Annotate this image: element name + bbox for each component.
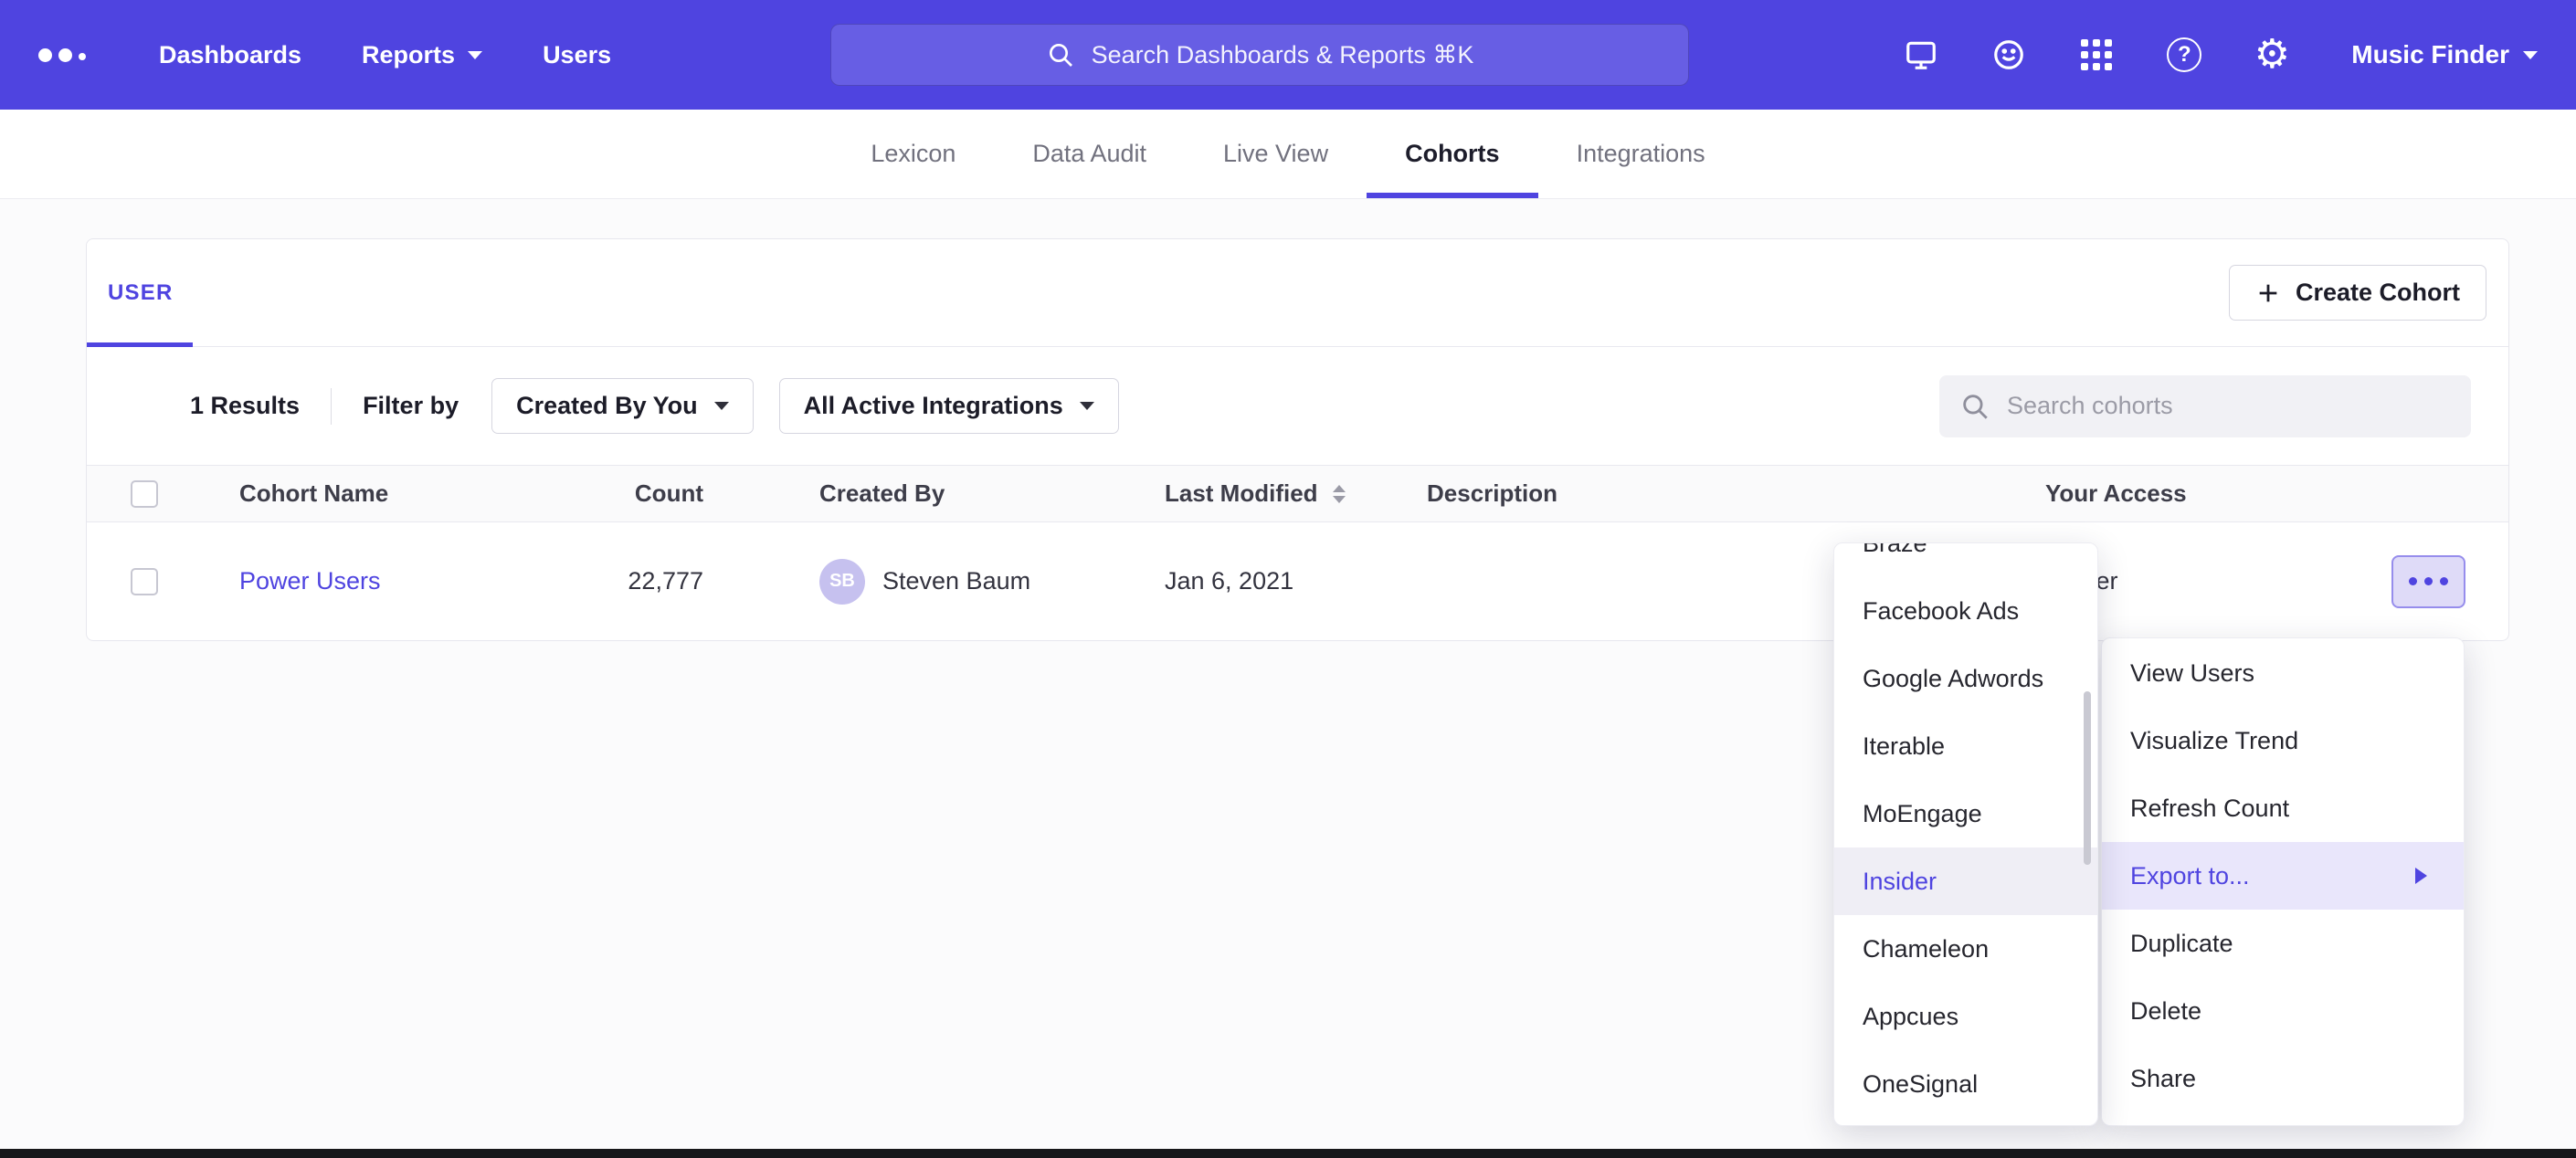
settings-gear-icon[interactable]: ⚙ (2253, 36, 2291, 74)
bottom-edge (0, 1149, 2576, 1158)
cohort-name-link[interactable]: Power Users (239, 567, 381, 595)
menu-item-iterable[interactable]: Iterable (1834, 712, 2097, 780)
logo-dot (58, 48, 72, 62)
logo-dot (38, 48, 52, 62)
avatar: SB (819, 559, 865, 605)
sort-icon[interactable] (1333, 485, 1346, 503)
account-menu[interactable]: Music Finder (2351, 40, 2538, 69)
tab-cohorts[interactable]: Cohorts (1367, 110, 1538, 198)
cohort-count: 22,777 (580, 567, 703, 595)
column-header-cohort-name[interactable]: Cohort Name (196, 479, 580, 508)
tab-live-view[interactable]: Live View (1185, 110, 1367, 198)
chevron-down-icon (1080, 402, 1094, 410)
create-cohort-button[interactable]: Create Cohort (2229, 265, 2486, 321)
submenu-arrow-icon (2415, 868, 2427, 884)
export-submenu-list: Braze Facebook Ads Google Adwords Iterab… (1834, 542, 2097, 1118)
menu-item-facebook-ads[interactable]: Facebook Ads (1834, 577, 2097, 645)
table-row: Power Users 22,777 SB Steven Baum Jan 6,… (87, 522, 2508, 640)
cohort-search-input[interactable] (2007, 392, 2427, 420)
menu-item-appcues[interactable]: Appcues (1834, 983, 2097, 1050)
last-modified-cell: Jan 6, 2021 (1165, 567, 1427, 595)
filter-by-label: Filter by (363, 392, 459, 420)
column-header-count[interactable]: Count (580, 479, 703, 508)
column-header-label: Last Modified (1165, 479, 1318, 508)
tab-data-audit[interactable]: Data Audit (994, 110, 1185, 198)
submenu-scrollbar[interactable] (2084, 691, 2091, 865)
global-search-input[interactable]: Search Dashboards & Reports ⌘K (830, 24, 1689, 86)
menu-item-export-to[interactable]: Export to... (2102, 842, 2464, 910)
column-header-last-modified[interactable]: Last Modified (1165, 479, 1427, 508)
row-actions-button[interactable] (2391, 555, 2465, 608)
help-icon[interactable]: ? (2165, 36, 2203, 74)
integrations-filter-dropdown[interactable]: All Active Integrations (779, 378, 1119, 434)
menu-item-insider[interactable]: Insider (1834, 847, 2097, 915)
results-count: 1 Results (190, 392, 300, 420)
section-tabbar: Lexicon Data Audit Live View Cohorts Int… (0, 110, 2576, 199)
global-search-placeholder: Search Dashboards & Reports ⌘K (1092, 41, 1474, 69)
brand-logo[interactable] (38, 48, 86, 62)
your-access-cell: Owner (2045, 555, 2508, 608)
navbar-menu: Dashboards Reports Users (159, 41, 611, 69)
nav-item-reports[interactable]: Reports (362, 41, 482, 69)
active-tab-underline (87, 342, 193, 347)
nav-item-users[interactable]: Users (543, 41, 611, 69)
created-by-cell: SB Steven Baum (703, 559, 1165, 605)
export-to-label: Export to... (2130, 862, 2250, 890)
plus-icon (2255, 280, 2281, 306)
nav-item-label: Users (543, 41, 611, 69)
menu-item-view-users[interactable]: View Users (2102, 639, 2464, 707)
account-name: Music Finder (2351, 40, 2509, 69)
menu-item-duplicate[interactable]: Duplicate (2102, 910, 2464, 977)
chevron-down-icon (2523, 51, 2538, 59)
cohort-search (1939, 375, 2471, 437)
filter-row: 1 Results Filter by Created By You All A… (87, 347, 2508, 465)
gear-glyph: ⚙ (2254, 35, 2290, 75)
column-header-description[interactable]: Description (1427, 479, 2045, 508)
menu-item-visualize-trend[interactable]: Visualize Trend (2102, 707, 2464, 774)
data-export-icon[interactable] (1902, 36, 1940, 74)
integrations-filter-value: All Active Integrations (804, 392, 1063, 420)
menu-item-chameleon[interactable]: Chameleon (1834, 915, 2097, 983)
top-navbar: Dashboards Reports Users Search Dashboar… (0, 0, 2576, 110)
grid-glyph (2081, 39, 2112, 70)
created-by-filter-value: Created By You (516, 392, 698, 420)
export-submenu: Braze Facebook Ads Google Adwords Iterab… (1833, 542, 2098, 1126)
menu-item-moengage[interactable]: MoEngage (1834, 780, 2097, 847)
menu-item-share[interactable]: Share (2102, 1045, 2464, 1112)
logo-dot (79, 53, 86, 60)
tab-integrations[interactable]: Integrations (1538, 110, 1744, 198)
question-mark-glyph: ? (2167, 37, 2201, 72)
search-icon (1046, 40, 1075, 69)
menu-item-refresh-count[interactable]: Refresh Count (2102, 774, 2464, 842)
created-by-filter-dropdown[interactable]: Created By You (491, 378, 754, 434)
row-actions-menu: View Users Visualize Trend Refresh Count… (2101, 637, 2465, 1126)
panel-header: USER Create Cohort (87, 239, 2508, 347)
row-checkbox[interactable] (131, 568, 158, 595)
chevron-down-icon (714, 402, 729, 410)
divider (331, 388, 332, 425)
nav-item-label: Dashboards (159, 41, 301, 69)
create-cohort-label: Create Cohort (2296, 279, 2460, 307)
apps-grid-icon[interactable] (2077, 36, 2116, 74)
menu-item-onesignal[interactable]: OneSignal (1834, 1050, 2097, 1118)
feedback-smiley-icon[interactable] (1990, 36, 2028, 74)
column-header-your-access[interactable]: Your Access (2045, 479, 2508, 508)
nav-item-dashboards[interactable]: Dashboards (159, 41, 301, 69)
table-header: Cohort Name Count Created By Last Modifi… (87, 465, 2508, 522)
nav-item-label: Reports (362, 41, 455, 69)
menu-item-google-adwords[interactable]: Google Adwords (1834, 645, 2097, 712)
tab-lexicon[interactable]: Lexicon (832, 110, 994, 198)
search-icon (1959, 391, 1990, 422)
chevron-down-icon (468, 51, 482, 59)
created-by-name: Steven Baum (882, 567, 1030, 595)
cohorts-panel: USER Create Cohort 1 Results Filter by C… (86, 238, 2509, 641)
menu-item-delete[interactable]: Delete (2102, 977, 2464, 1045)
menu-item-braze[interactable]: Braze (1834, 542, 2097, 577)
tab-user-cohorts[interactable]: USER (108, 280, 173, 306)
select-all-checkbox[interactable] (131, 480, 158, 508)
navbar-right: ? ⚙ Music Finder (1902, 36, 2538, 74)
column-header-created-by[interactable]: Created By (703, 479, 1165, 508)
